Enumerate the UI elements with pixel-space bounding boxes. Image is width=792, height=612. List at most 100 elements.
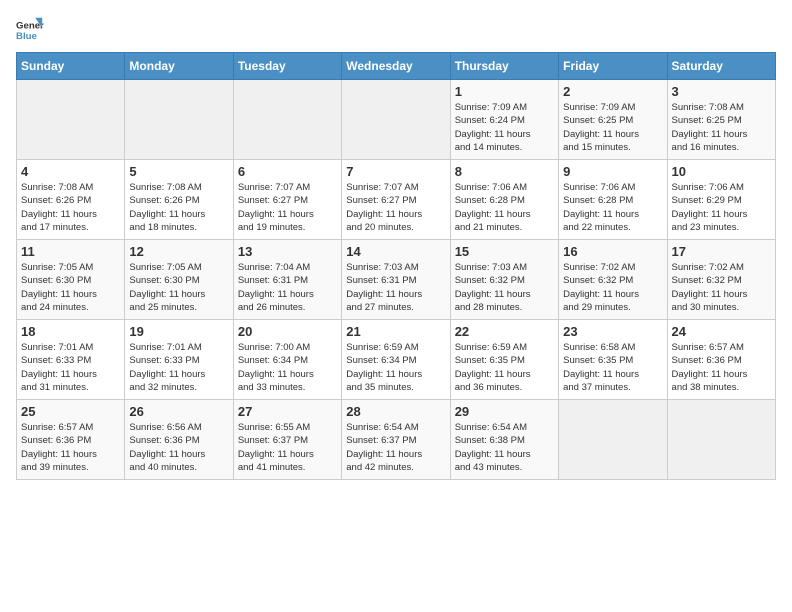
header-saturday: Saturday	[667, 53, 775, 80]
calendar-cell	[125, 80, 233, 160]
day-info: Sunrise: 7:05 AMSunset: 6:30 PMDaylight:…	[129, 261, 228, 314]
header-sunday: Sunday	[17, 53, 125, 80]
calendar-cell: 22 Sunrise: 6:59 AMSunset: 6:35 PMDayligh…	[450, 320, 558, 400]
day-number: 24	[672, 324, 771, 339]
day-number: 1	[455, 84, 554, 99]
header-tuesday: Tuesday	[233, 53, 341, 80]
calendar-cell	[667, 400, 775, 480]
calendar-cell: 10 Sunrise: 7:06 AMSunset: 6:29 PMDayligh…	[667, 160, 775, 240]
day-info: Sunrise: 7:02 AMSunset: 6:32 PMDaylight:…	[563, 261, 662, 314]
header-friday: Friday	[559, 53, 667, 80]
day-number: 16	[563, 244, 662, 259]
calendar-cell: 14 Sunrise: 7:03 AMSunset: 6:31 PMDayligh…	[342, 240, 450, 320]
day-number: 22	[455, 324, 554, 339]
calendar-cell: 20 Sunrise: 7:00 AMSunset: 6:34 PMDayligh…	[233, 320, 341, 400]
day-info: Sunrise: 6:54 AMSunset: 6:37 PMDaylight:…	[346, 421, 445, 474]
day-info: Sunrise: 6:59 AMSunset: 6:34 PMDaylight:…	[346, 341, 445, 394]
week-row-4: 18 Sunrise: 7:01 AMSunset: 6:33 PMDayligh…	[17, 320, 776, 400]
day-info: Sunrise: 7:03 AMSunset: 6:32 PMDaylight:…	[455, 261, 554, 314]
calendar-cell: 11 Sunrise: 7:05 AMSunset: 6:30 PMDayligh…	[17, 240, 125, 320]
calendar-cell: 5 Sunrise: 7:08 AMSunset: 6:26 PMDaylight…	[125, 160, 233, 240]
day-info: Sunrise: 6:57 AMSunset: 6:36 PMDaylight:…	[21, 421, 120, 474]
calendar-cell	[17, 80, 125, 160]
day-number: 23	[563, 324, 662, 339]
day-number: 28	[346, 404, 445, 419]
day-number: 25	[21, 404, 120, 419]
calendar-cell: 2 Sunrise: 7:09 AMSunset: 6:25 PMDaylight…	[559, 80, 667, 160]
day-number: 9	[563, 164, 662, 179]
calendar-cell: 7 Sunrise: 7:07 AMSunset: 6:27 PMDaylight…	[342, 160, 450, 240]
day-info: Sunrise: 7:07 AMSunset: 6:27 PMDaylight:…	[346, 181, 445, 234]
logo: General Blue	[16, 16, 44, 44]
calendar-cell: 25 Sunrise: 6:57 AMSunset: 6:36 PMDayligh…	[17, 400, 125, 480]
day-number: 2	[563, 84, 662, 99]
calendar-cell: 1 Sunrise: 7:09 AMSunset: 6:24 PMDaylight…	[450, 80, 558, 160]
day-number: 27	[238, 404, 337, 419]
day-info: Sunrise: 7:06 AMSunset: 6:29 PMDaylight:…	[672, 181, 771, 234]
day-number: 7	[346, 164, 445, 179]
week-row-2: 4Sunrise: 7:08 AMSunset: 6:26 PMDaylight…	[17, 160, 776, 240]
day-info: Sunrise: 7:03 AMSunset: 6:31 PMDaylight:…	[346, 261, 445, 314]
day-number: 13	[238, 244, 337, 259]
day-info: Sunrise: 6:56 AMSunset: 6:36 PMDaylight:…	[129, 421, 228, 474]
header-monday: Monday	[125, 53, 233, 80]
day-number: 17	[672, 244, 771, 259]
day-info: Sunrise: 7:06 AMSunset: 6:28 PMDaylight:…	[455, 181, 554, 234]
calendar-cell: 12Sunrise: 7:05 AMSunset: 6:30 PMDayligh…	[125, 240, 233, 320]
day-number: 10	[672, 164, 771, 179]
svg-text:Blue: Blue	[16, 31, 37, 42]
calendar-cell	[233, 80, 341, 160]
day-info: Sunrise: 6:57 AMSunset: 6:36 PMDaylight:…	[672, 341, 771, 394]
day-info: Sunrise: 6:55 AMSunset: 6:37 PMDaylight:…	[238, 421, 337, 474]
day-number: 20	[238, 324, 337, 339]
day-info: Sunrise: 6:58 AMSunset: 6:35 PMDaylight:…	[563, 341, 662, 394]
day-info: Sunrise: 7:05 AMSunset: 6:30 PMDaylight:…	[21, 261, 120, 314]
calendar-cell: 29Sunrise: 6:54 AMSunset: 6:38 PMDayligh…	[450, 400, 558, 480]
day-info: Sunrise: 7:09 AMSunset: 6:25 PMDaylight:…	[563, 101, 662, 154]
logo-icon: General Blue	[16, 16, 44, 44]
week-row-5: 25 Sunrise: 6:57 AMSunset: 6:36 PMDayligh…	[17, 400, 776, 480]
calendar-cell: 4Sunrise: 7:08 AMSunset: 6:26 PMDaylight…	[17, 160, 125, 240]
calendar-cell: 23 Sunrise: 6:58 AMSunset: 6:35 PMDayligh…	[559, 320, 667, 400]
day-number: 8	[455, 164, 554, 179]
day-info: Sunrise: 7:00 AMSunset: 6:34 PMDaylight:…	[238, 341, 337, 394]
calendar-cell: 24 Sunrise: 6:57 AMSunset: 6:36 PMDayligh…	[667, 320, 775, 400]
calendar-cell: 27 Sunrise: 6:55 AMSunset: 6:37 PMDayligh…	[233, 400, 341, 480]
calendar-cell: 3 Sunrise: 7:08 AMSunset: 6:25 PMDaylight…	[667, 80, 775, 160]
page-header: General Blue	[16, 16, 776, 44]
calendar-cell: 26 Sunrise: 6:56 AMSunset: 6:36 PMDayligh…	[125, 400, 233, 480]
day-info: Sunrise: 6:59 AMSunset: 6:35 PMDaylight:…	[455, 341, 554, 394]
day-number: 26	[129, 404, 228, 419]
day-info: Sunrise: 7:06 AMSunset: 6:28 PMDaylight:…	[563, 181, 662, 234]
day-info: Sunrise: 7:09 AMSunset: 6:24 PMDaylight:…	[455, 101, 554, 154]
day-info: Sunrise: 7:01 AMSunset: 6:33 PMDaylight:…	[21, 341, 120, 394]
day-info: Sunrise: 7:08 AMSunset: 6:26 PMDaylight:…	[21, 181, 120, 234]
day-info: Sunrise: 7:08 AMSunset: 6:25 PMDaylight:…	[672, 101, 771, 154]
day-number: 14	[346, 244, 445, 259]
week-row-1: 1 Sunrise: 7:09 AMSunset: 6:24 PMDaylight…	[17, 80, 776, 160]
calendar-cell	[342, 80, 450, 160]
day-number: 21	[346, 324, 445, 339]
calendar-cell: 17 Sunrise: 7:02 AMSunset: 6:32 PMDayligh…	[667, 240, 775, 320]
header-wednesday: Wednesday	[342, 53, 450, 80]
calendar-cell: 13Sunrise: 7:04 AMSunset: 6:31 PMDayligh…	[233, 240, 341, 320]
day-number: 6	[238, 164, 337, 179]
calendar-cell: 19Sunrise: 7:01 AMSunset: 6:33 PMDayligh…	[125, 320, 233, 400]
day-info: Sunrise: 6:54 AMSunset: 6:38 PMDaylight:…	[455, 421, 554, 474]
day-number: 15	[455, 244, 554, 259]
week-row-3: 11 Sunrise: 7:05 AMSunset: 6:30 PMDayligh…	[17, 240, 776, 320]
day-number: 11	[21, 244, 120, 259]
day-number: 19	[129, 324, 228, 339]
day-info: Sunrise: 7:08 AMSunset: 6:26 PMDaylight:…	[129, 181, 228, 234]
day-number: 5	[129, 164, 228, 179]
calendar-cell: 8 Sunrise: 7:06 AMSunset: 6:28 PMDaylight…	[450, 160, 558, 240]
calendar-cell	[559, 400, 667, 480]
calendar-table: SundayMondayTuesdayWednesdayThursdayFrid…	[16, 52, 776, 480]
day-number: 18	[21, 324, 120, 339]
calendar-cell: 28 Sunrise: 6:54 AMSunset: 6:37 PMDayligh…	[342, 400, 450, 480]
calendar-header-row: SundayMondayTuesdayWednesdayThursdayFrid…	[17, 53, 776, 80]
day-number: 3	[672, 84, 771, 99]
day-info: Sunrise: 7:02 AMSunset: 6:32 PMDaylight:…	[672, 261, 771, 314]
calendar-cell: 16 Sunrise: 7:02 AMSunset: 6:32 PMDayligh…	[559, 240, 667, 320]
calendar-cell: 6Sunrise: 7:07 AMSunset: 6:27 PMDaylight…	[233, 160, 341, 240]
